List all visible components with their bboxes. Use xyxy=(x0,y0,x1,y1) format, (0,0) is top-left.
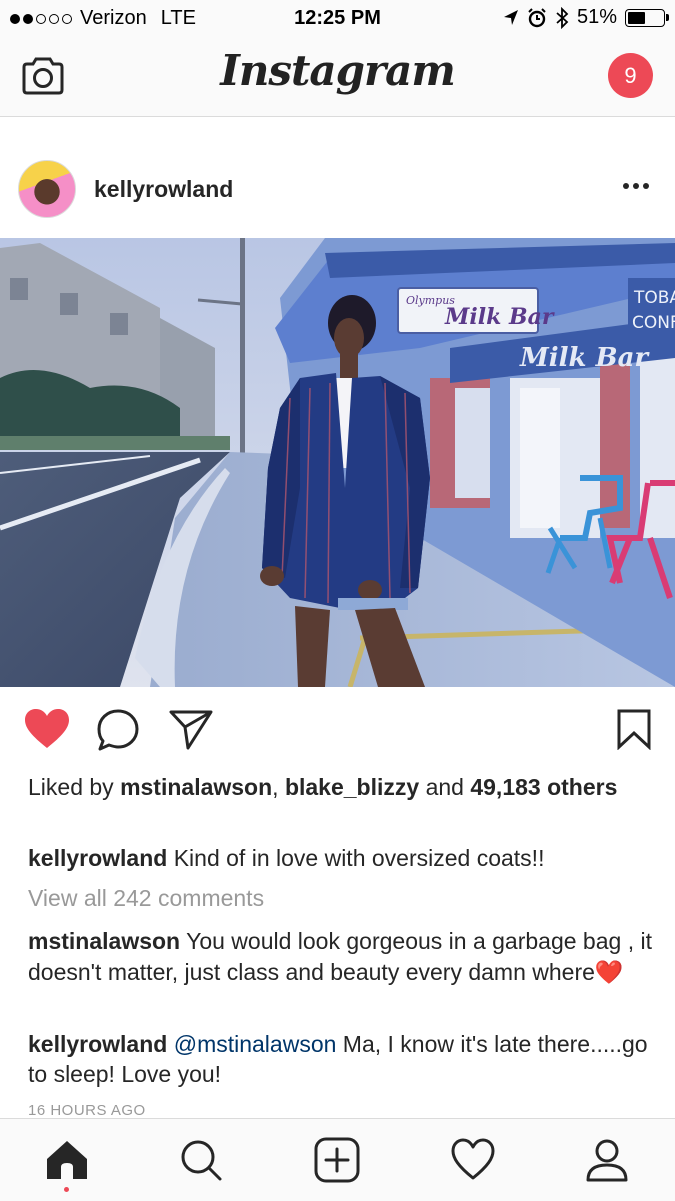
status-right: 51% xyxy=(503,6,669,29)
tab-home-indicator xyxy=(64,1187,69,1192)
profile-icon xyxy=(586,1139,628,1182)
liked-by-prefix: Liked by xyxy=(28,774,121,800)
photo-sign-confe: CONFE xyxy=(632,313,675,333)
photo-sign-milk-bar-2: Milk Bar xyxy=(519,343,650,373)
notification-badge[interactable]: 9 xyxy=(608,53,653,98)
carrier-name: Verizon xyxy=(80,7,147,29)
photo-sign-toba: TOBA xyxy=(633,288,675,308)
post-caption: kellyrowland Kind of in love with oversi… xyxy=(28,843,658,873)
post-username[interactable]: kellyrowland xyxy=(94,176,233,203)
location-icon xyxy=(503,9,518,25)
post-actions xyxy=(0,700,675,764)
bookmark-icon xyxy=(617,709,651,751)
post-photo-illustration: Olympus Milk Bar Milk Bar TOBA CONFE xyxy=(0,238,675,687)
post-timestamp: 16 HOURS AGO xyxy=(28,1102,146,1119)
liked-user-1[interactable]: mstinalawson xyxy=(120,774,272,800)
comment: mstinalawson You would look gorgeous in … xyxy=(28,926,658,988)
more-options-button[interactable] xyxy=(623,183,649,189)
share-button[interactable] xyxy=(168,708,214,757)
alarm-icon xyxy=(528,7,546,27)
network-type: LTE xyxy=(160,7,196,29)
heart-emoji: ❤️ xyxy=(594,959,624,985)
tab-search[interactable] xyxy=(178,1137,224,1183)
heart-filled-icon xyxy=(25,709,69,748)
search-icon xyxy=(181,1140,222,1181)
view-all-comments-link[interactable]: View all 242 comments xyxy=(28,885,264,912)
caption-username[interactable]: kellyrowland xyxy=(28,845,167,871)
home-icon xyxy=(47,1141,87,1179)
signal-strength-icon xyxy=(10,13,72,24)
instagram-logo: Instagram xyxy=(220,46,456,95)
tab-home[interactable] xyxy=(44,1137,90,1183)
comment-button[interactable] xyxy=(96,708,140,757)
battery-fill xyxy=(628,11,646,24)
likes-summary: Liked by mstinalawson, blake_blizzy and … xyxy=(28,773,648,802)
bookmark-button[interactable] xyxy=(616,708,652,755)
caption-text: Kind of in love with oversized coats!! xyxy=(173,845,545,871)
comment-mention[interactable]: @mstinalawson xyxy=(174,1031,337,1057)
comment-icon xyxy=(97,709,139,751)
status-left: Verizon LTE xyxy=(10,7,196,30)
heart-outline-icon xyxy=(451,1138,495,1180)
post-photo[interactable]: Olympus Milk Bar Milk Bar TOBA CONFE xyxy=(0,238,675,687)
bottom-tab-bar xyxy=(0,1118,675,1201)
comment: kellyrowland @mstinalawson Ma, I know it… xyxy=(28,1029,658,1089)
liked-and: and xyxy=(419,774,471,800)
battery-percent: 51% xyxy=(576,6,617,28)
liked-user-2[interactable]: blake_blizzy xyxy=(285,774,419,800)
bluetooth-icon xyxy=(556,6,569,29)
tab-profile[interactable] xyxy=(584,1137,630,1183)
top-nav: Instagram 9 xyxy=(0,38,675,117)
status-bar: Verizon LTE 12:25 PM 51% xyxy=(0,0,675,38)
liked-separator: , xyxy=(272,774,285,800)
tab-activity[interactable] xyxy=(450,1137,496,1183)
like-button[interactable] xyxy=(24,708,70,755)
photo-sign-milk-bar: Milk Bar xyxy=(444,304,555,330)
post-header: kellyrowland xyxy=(0,150,675,230)
add-icon xyxy=(314,1137,360,1183)
comment-username[interactable]: mstinalawson xyxy=(28,928,180,954)
tab-add[interactable] xyxy=(314,1137,360,1183)
battery-icon xyxy=(625,8,669,27)
comment-username[interactable]: kellyrowland xyxy=(28,1031,167,1057)
liked-others[interactable]: 49,183 others xyxy=(470,774,617,800)
avatar[interactable] xyxy=(18,160,76,218)
send-icon xyxy=(169,710,213,750)
